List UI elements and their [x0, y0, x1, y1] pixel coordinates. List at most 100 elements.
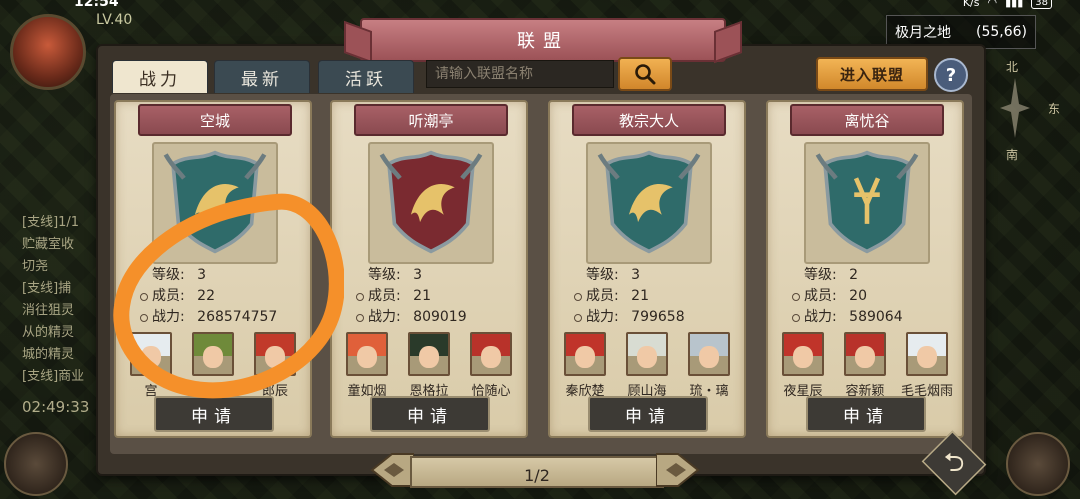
return-arrow-icon: ⮌ — [943, 448, 965, 478]
page-indicator-bar: 1/2 — [410, 456, 664, 488]
next-page-button[interactable] — [656, 452, 700, 488]
leader[interactable]: 夜星辰 — [774, 332, 832, 399]
level-label: 等级: — [586, 267, 619, 283]
leader[interactable]: 秦欣楚 — [556, 332, 614, 399]
apply-button[interactable]: 申请 — [370, 396, 490, 432]
leader-list: 夜星辰 容新颖 毛毛烟雨 — [774, 332, 956, 399]
level-label: 等级: — [368, 267, 401, 283]
wifi-icon: ◠ — [987, 0, 998, 9]
leader[interactable]: 琉・璃 — [680, 332, 738, 399]
leader[interactable]: 毛毛烟雨 — [898, 332, 956, 399]
alliance-name: 空城 — [138, 104, 292, 136]
alliance-stats: 等级: 3 成员: 21 战力: 799658 — [574, 265, 685, 328]
apply-button[interactable]: 申请 — [806, 396, 926, 432]
power-label: 战力: — [368, 309, 401, 325]
level-value: 2 — [849, 267, 859, 283]
tab-active[interactable]: 活跃 — [318, 60, 414, 93]
leader[interactable]: 恩格拉 — [400, 332, 458, 399]
chat-line: 贮藏室收 — [22, 237, 75, 252]
chat-log[interactable]: [支线]1/1 贮藏室收 切尧 [支线]捕 消往狙灵 从的精灵 城的精灵 [支线… — [22, 212, 102, 388]
chat-timestamp: 02:49:33 — [22, 398, 90, 416]
player-avatar[interactable] — [10, 14, 86, 90]
level-label: 等级: — [804, 267, 837, 283]
tab-power[interactable]: 战力 — [112, 60, 208, 93]
leader[interactable]: 恰随心 — [462, 332, 520, 399]
power-icon — [356, 313, 364, 322]
shield-emblem-icon — [597, 150, 701, 254]
signal-icon: ▮▮▮ — [1005, 0, 1024, 9]
leader-portrait — [626, 332, 668, 376]
alliance-card[interactable]: 听潮亭 等级: 3 成员: 21 战力: 809019 童如烟 恩格拉 恰随心 申请 — [330, 100, 528, 438]
previous-page-button[interactable] — [370, 452, 414, 488]
alliance-card[interactable]: 空城 等级: 3 成员: 22 战力: 268574757 宫车郎辰 申请 — [114, 100, 312, 438]
shield-emblem-icon — [379, 150, 483, 254]
members-value: 21 — [631, 288, 649, 304]
chat-line: 从的精灵 — [22, 325, 75, 340]
chat-line: [支线]捕 — [22, 281, 72, 296]
shield-emblem-icon — [815, 150, 919, 254]
leader-list: 秦欣楚 顾山海 琉・璃 — [556, 332, 738, 399]
power-label: 战力: — [152, 309, 185, 325]
leader[interactable]: 郎辰 — [246, 332, 304, 399]
chat-line: 消往狙灵 — [22, 303, 75, 318]
alliance-card[interactable]: 离忧谷 等级: 2 成员: 20 战力: 589064 夜星辰 容新颖 毛毛烟雨 申请 — [766, 100, 964, 438]
leader-portrait — [906, 332, 948, 376]
network-speed: K/s — [962, 0, 980, 9]
level-value: 3 — [197, 267, 207, 283]
alliance-search-input[interactable] — [426, 60, 614, 88]
apply-button[interactable]: 申请 — [154, 396, 274, 432]
chat-line: 切尧 — [22, 259, 49, 274]
leader-portrait — [254, 332, 296, 376]
power-value: 799658 — [631, 309, 685, 325]
power-icon — [792, 313, 800, 322]
search-icon — [635, 64, 656, 85]
help-button[interactable]: ? — [934, 58, 968, 92]
location-coords: (55,66) — [975, 24, 1027, 40]
leader-portrait — [408, 332, 450, 376]
search-button[interactable] — [618, 57, 672, 91]
alliance-stats: 等级: 3 成员: 21 战力: 809019 — [356, 265, 467, 328]
compass-star-icon — [1000, 78, 1030, 138]
shield-emblem-icon — [163, 150, 267, 254]
level-label: 等级: — [152, 267, 185, 283]
compass-east: 东 — [1048, 102, 1061, 116]
members-label: 成员: — [152, 288, 185, 304]
page-indicator: 1/2 — [524, 466, 550, 485]
leader-portrait — [470, 332, 512, 376]
leader[interactable]: 童如烟 — [338, 332, 396, 399]
leader[interactable]: 容新颖 — [836, 332, 894, 399]
leader-list: 宫车郎辰 — [122, 332, 304, 399]
alliance-card[interactable]: 教宗大人 等级: 3 成员: 21 战力: 799658 秦欣楚 顾山海 琉・璃 申请 — [548, 100, 746, 438]
leader[interactable]: 顾山海 — [618, 332, 676, 399]
members-label: 成员: — [804, 288, 837, 304]
tab-newest[interactable]: 最新 — [214, 60, 310, 93]
power-label: 战力: — [586, 309, 619, 325]
apply-button[interactable]: 申请 — [588, 396, 708, 432]
alliance-name: 教宗大人 — [572, 104, 726, 136]
status-icons: K/s ◠ ▮▮▮ 38 — [963, 0, 1052, 9]
members-icon — [356, 292, 364, 301]
compass-north: 北 — [1006, 60, 1019, 74]
leader-portrait — [192, 332, 234, 376]
level-value: 3 — [413, 267, 423, 283]
alliance-emblem — [586, 142, 712, 264]
leader-portrait — [130, 332, 172, 376]
members-value: 20 — [849, 288, 867, 304]
leader-portrait — [346, 332, 388, 376]
alliance-stats: 等级: 2 成员: 20 战力: 589064 — [792, 265, 903, 328]
chat-line: [支线]商业 — [22, 369, 85, 384]
members-label: 成员: — [586, 288, 619, 304]
leader[interactable]: 宫 — [122, 332, 180, 399]
leader[interactable]: 车 — [184, 332, 242, 399]
leader-portrait — [782, 332, 824, 376]
members-label: 成员: — [368, 288, 401, 304]
compass: 北 东 南 — [988, 58, 1061, 208]
leader-portrait — [688, 332, 730, 376]
bottom-left-menu-button[interactable] — [4, 432, 68, 496]
enter-alliance-button[interactable]: 进入联盟 — [816, 57, 928, 91]
compass-south: 南 — [1006, 148, 1019, 162]
bottom-right-building-button[interactable] — [1006, 432, 1070, 496]
alliance-emblem — [152, 142, 278, 264]
power-icon — [140, 313, 148, 322]
power-value: 589064 — [849, 309, 903, 325]
